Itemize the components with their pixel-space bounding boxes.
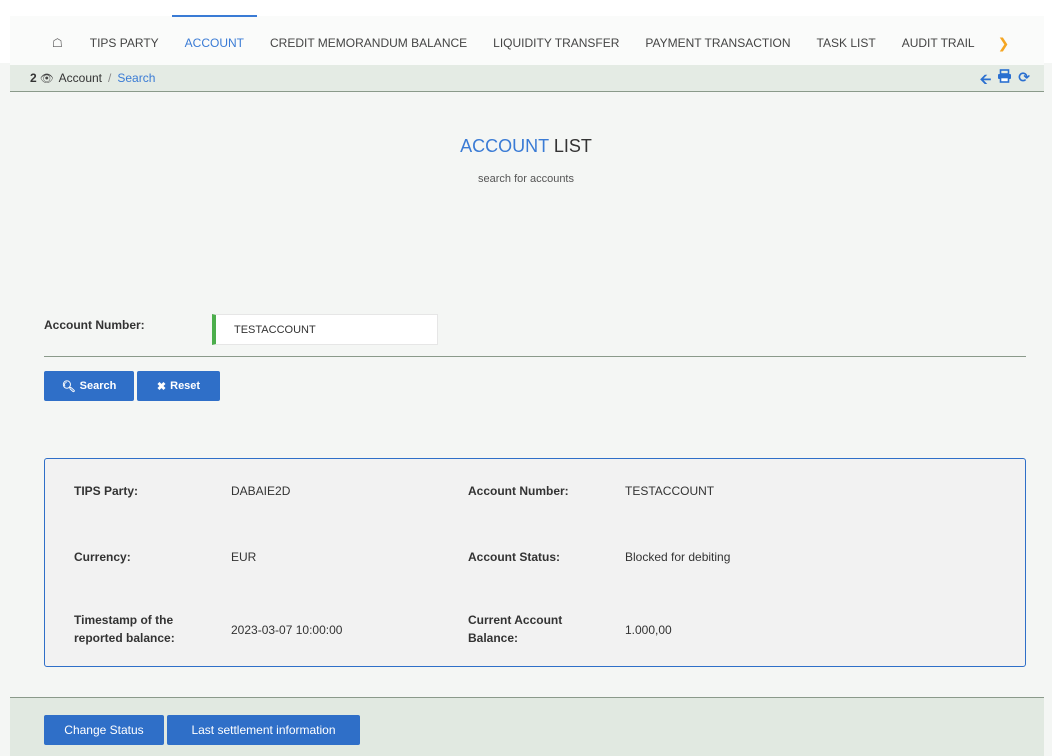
print-icon[interactable] <box>997 69 1012 93</box>
account-status-label: Account Status: <box>468 550 561 564</box>
nav-item-tips-party[interactable]: TIPS PARTY <box>77 16 172 71</box>
nav-list: ☖ TIPS PARTY ACCOUNT CREDIT MEMORANDUM B… <box>10 15 1020 71</box>
page-tools: 🡨 ⟳ <box>980 69 1030 93</box>
nav-item-credit-memorandum-balance[interactable]: CREDIT MEMORANDUM BALANCE <box>257 16 480 71</box>
breadcrumb-search: Search <box>117 71 156 85</box>
timestamp-label-line-2: reported balance: <box>74 631 175 645</box>
account-number-detail-label: Account Number: <box>468 484 569 498</box>
search-button-label: Search <box>79 380 117 392</box>
timestamp-label: Timestamp of the reported balance: <box>74 611 175 647</box>
timestamp-label-line-1: Timestamp of the <box>74 613 174 627</box>
close-icon: ✖ <box>156 380 167 393</box>
current-balance-value: 1.000,00 <box>625 623 672 637</box>
account-number-detail-value: TESTACCOUNT <box>625 484 715 498</box>
home-icon[interactable]: ☖ <box>10 16 77 71</box>
currency-label: Currency: <box>74 550 131 564</box>
eye-icon[interactable]: 👁 <box>40 72 54 85</box>
current-balance-label: Current Account Balance: <box>468 611 562 647</box>
timestamp-value: 2023-03-07 10:00:00 <box>231 623 343 637</box>
account-details-card: TIPS Party: DABAIE2D Account Number: TES… <box>44 458 1026 667</box>
page-title-rest: LIST <box>553 136 592 156</box>
form-divider <box>44 356 1026 357</box>
main-menu: ☖ TIPS PARTY ACCOUNT CREDIT MEMORANDUM B… <box>10 15 1044 71</box>
nav-item-audit-trail[interactable]: AUDIT TRAIL <box>889 16 988 71</box>
breadcrumb: 2 👁 Account / Search 🡨 ⟳ <box>10 65 1044 92</box>
action-footer: Change Status Last settlement informatio… <box>10 697 1044 756</box>
account-number-label: Account Number: <box>44 318 145 332</box>
refresh-icon[interactable]: ⟳ <box>1018 69 1030 93</box>
top-navigation-bar: ☖ TIPS PARTY ACCOUNT CREDIT MEMORANDUM B… <box>0 0 1052 71</box>
tips-party-label: TIPS Party: <box>74 484 139 498</box>
chevron-right-icon[interactable]: ❯ <box>988 16 1020 71</box>
last-settlement-information-button[interactable]: Last settlement information <box>167 715 360 745</box>
page-title-accent: ACCOUNT <box>460 136 549 156</box>
nav-item-payment-transaction[interactable]: PAYMENT TRANSACTION <box>632 16 803 71</box>
search-button[interactable]: 🔍︎ Search <box>44 371 134 401</box>
breadcrumb-separator: / <box>108 71 112 85</box>
nav-item-task-list[interactable]: TASK LIST <box>804 16 889 71</box>
account-status-value: Blocked for debiting <box>625 550 731 564</box>
open-views-count: 2 <box>30 71 37 85</box>
page-subtitle: search for accounts <box>478 173 574 185</box>
change-status-button[interactable]: Change Status <box>44 715 164 745</box>
nav-item-account[interactable]: ACCOUNT <box>171 15 258 71</box>
search-icon: 🔍︎ <box>61 380 76 393</box>
account-number-input[interactable] <box>212 314 438 345</box>
tips-party-value: DABAIE2D <box>231 484 291 498</box>
back-arrow-icon[interactable]: 🡨 <box>980 69 991 93</box>
nav-item-liquidity-transfer[interactable]: LIQUIDITY TRANSFER <box>480 16 632 71</box>
current-balance-label-line-1: Current Account <box>468 613 563 627</box>
currency-value: EUR <box>231 550 257 564</box>
current-balance-label-line-2: Balance: <box>468 631 519 645</box>
reset-button[interactable]: ✖ Reset <box>137 371 220 401</box>
reset-button-label: Reset <box>170 380 201 392</box>
page-title: ACCOUNT LIST <box>0 136 1052 157</box>
breadcrumb-account[interactable]: Account <box>59 71 102 85</box>
